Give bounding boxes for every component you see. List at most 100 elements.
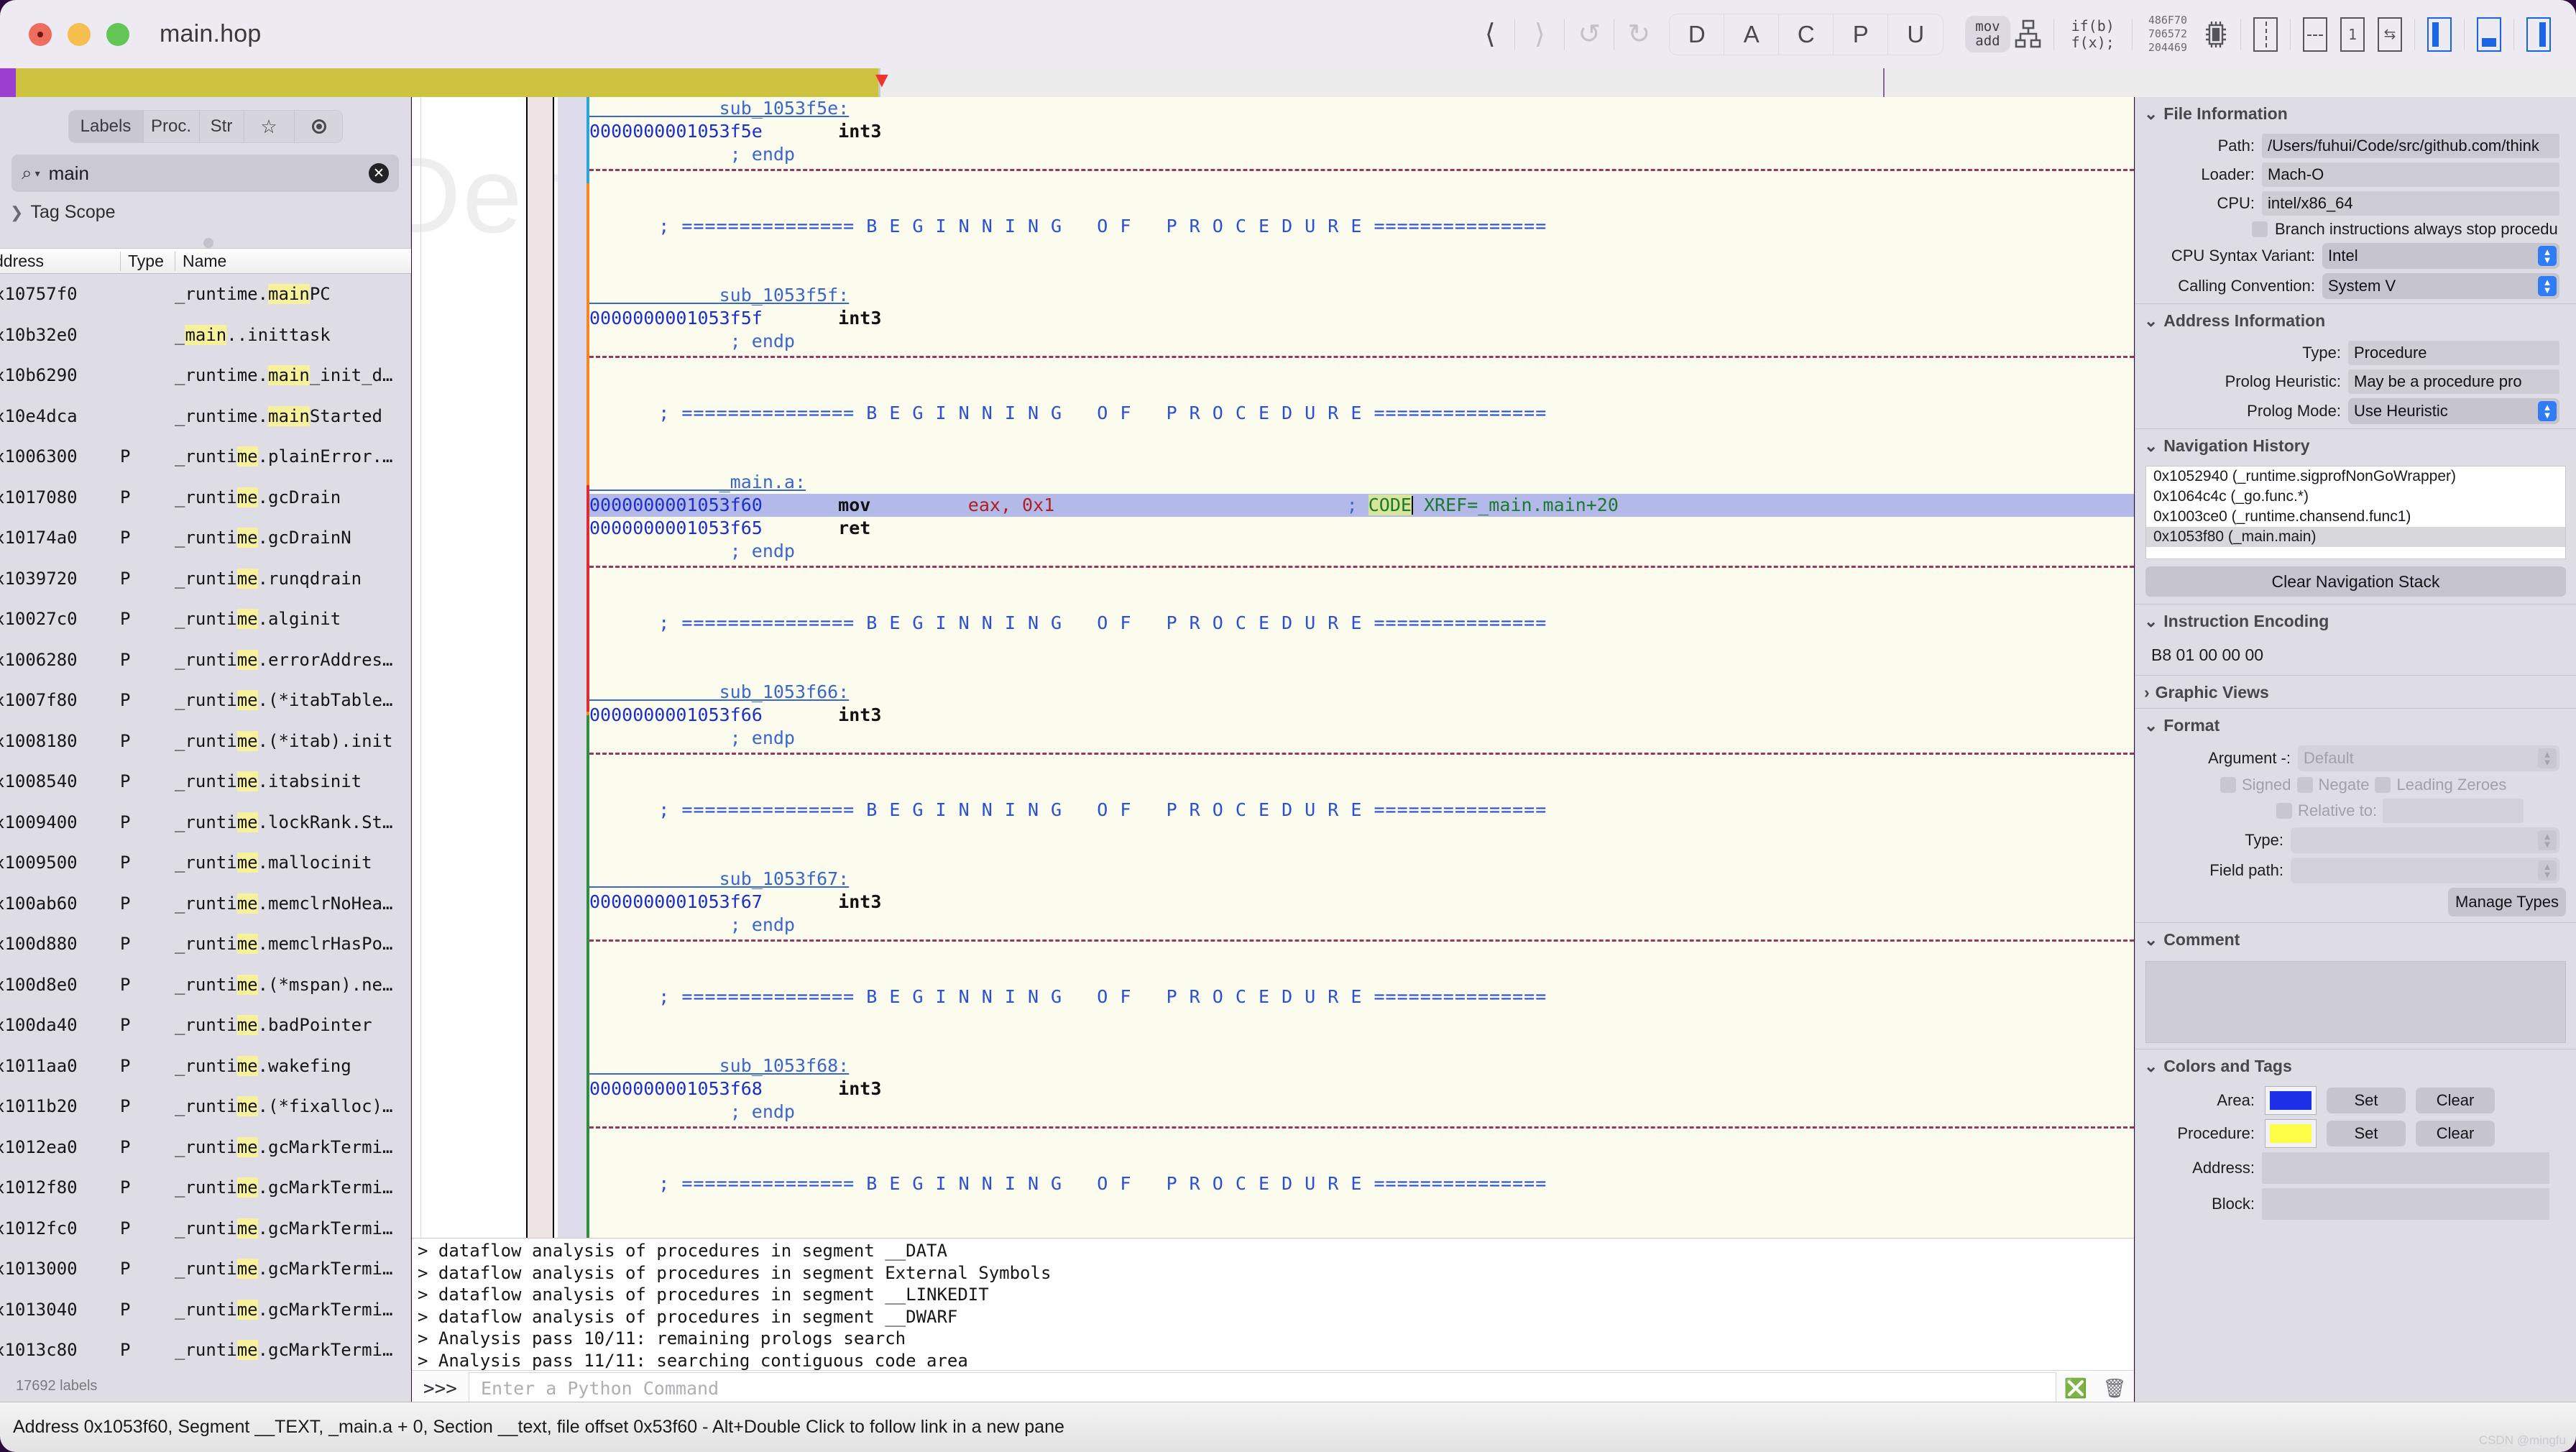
procedure-set-button[interactable]: Set [2327,1121,2406,1147]
stepper-icon[interactable]: ▲ ▼ [2538,246,2557,266]
section-colors-and-tags[interactable]: ⌄ Colors and Tags [2135,1049,2576,1082]
table-row[interactable]: x100d8e0 P _runtime.(*mspan).ne… [0,965,411,1006]
table-row[interactable]: x1012ea0 P _runtime.gcMarkTermi… [0,1127,411,1168]
code-label[interactable]: sub_1053f67: [589,868,2134,891]
procedure-color-well[interactable] [2265,1119,2317,1148]
minimize-window-button[interactable] [68,22,91,46]
format-type-select[interactable]: ▲ ▼ [2291,827,2559,853]
hex-view-icon[interactable]: 486F70 706572 204469 [2148,14,2187,54]
stepper-icon[interactable]: ▲ ▼ [2538,748,2557,768]
mode-segmented-control[interactable]: D A C P U [1669,13,1944,55]
table-row[interactable]: x10757f0 _runtime.mainPC [0,274,411,315]
record-icon[interactable] [295,111,342,142]
argument-select[interactable]: Default ▲ ▼ [2298,745,2559,771]
cpu-chip-icon[interactable] [2197,14,2235,55]
section-instruction-encoding[interactable]: ⌄ Instruction Encoding [2135,604,2576,637]
segment-u[interactable]: U [1888,14,1943,55]
label-list[interactable]: x10757f0 _runtime.mainPC x10b32e0 _main..in… [0,274,411,1370]
section-graphic-views[interactable]: › Graphic Views [2135,675,2576,708]
overview-segment-yellow[interactable] [16,68,878,97]
code-instruction-line[interactable]: 0000000001053f5f int3 [589,307,2134,330]
chevron-left-icon[interactable]: ⟨ [1471,14,1509,55]
table-row[interactable]: x10174a0 P _runtime.gcDrainN [0,518,411,559]
clear-icon[interactable]: ✕ [369,163,389,183]
column-header-name[interactable]: Name [175,251,411,271]
sidebar-item-labels[interactable]: Labels [68,111,144,142]
tag-scope-disclosure[interactable]: ❯ Tag Scope [10,202,410,223]
prolog-mode-select[interactable]: Use Heuristic ▲ ▼ [2348,398,2559,424]
stepper-icon[interactable]: ▲ ▼ [2538,860,2557,881]
pseudocode-icon[interactable]: if(b) f(x); [2071,17,2115,51]
navigation-history-list[interactable]: 0x1052940 (_runtime.sigprofNonGoWrapper)… [2145,466,2566,559]
swap-panes-icon[interactable]: ⇆ [2371,14,2409,55]
star-icon[interactable]: ☆ [244,111,295,142]
search-input[interactable]: ⌕ ▾ main ✕ [12,155,399,192]
list-item[interactable]: 0x1053f80 (_main.main) [2146,527,2565,547]
stepper-icon[interactable]: ▲ ▼ [2538,830,2557,850]
toggle-bottom-panel-icon[interactable] [2470,14,2508,55]
signed-checkbox[interactable] [2220,777,2236,793]
segment-overview-strip[interactable]: ▼ [0,68,2576,97]
code-instruction-line[interactable]: 0000000001053f65 ret [589,517,2134,540]
maximize-window-button[interactable] [106,22,129,46]
area-color-well[interactable] [2265,1086,2317,1115]
list-item[interactable]: 0x1052940 (_runtime.sigprofNonGoWrapper) [2146,467,2565,487]
code-instruction-line[interactable]: 0000000001053f67 int3 [589,891,2134,914]
area-clear-button[interactable]: Clear [2416,1088,2495,1113]
segment-c[interactable]: C [1779,14,1834,55]
code-instruction-line[interactable]: 0000000001053f60 mov eax, 0x1 ; CODE XRE… [589,494,2134,517]
clear-console-icon[interactable]: ❎ [2064,1377,2088,1401]
table-row[interactable]: x1009500 P _runtime.mallocinit [0,842,411,883]
table-row[interactable]: x1007f80 P _runtime.(*itabTable… [0,680,411,721]
table-row[interactable]: x10b32e0 _main..inittask [0,315,411,356]
python-command-input[interactable]: Enter a Python Command [468,1371,2056,1405]
field-path-select[interactable]: ▲ ▼ [2291,858,2559,883]
sidebar-item-str[interactable]: Str [200,111,244,142]
relative-to-field[interactable] [2383,799,2524,823]
table-row[interactable]: x1013000 P _runtime.gcMarkTermi… [0,1249,411,1290]
table-row[interactable]: x1013040 P _runtime.gcMarkTermi… [0,1290,411,1331]
section-address-information[interactable]: ⌄ Address Information [2135,303,2576,336]
procedure-clear-button[interactable]: Clear [2416,1121,2495,1147]
single-pane-icon[interactable]: 1 [2334,14,2371,55]
section-file-information[interactable]: ⌄ File Information [2135,97,2576,129]
block-tag-field[interactable] [2262,1188,2549,1220]
stepper-icon[interactable]: ▲ ▼ [2538,276,2557,296]
code-label[interactable]: sub_1053f5e: [589,97,2134,120]
flow-graph-icon[interactable] [2010,14,2048,55]
manage-types-button[interactable]: Manage Types [2448,888,2566,916]
overview-segment-purple[interactable] [0,68,16,97]
table-row[interactable]: x100d880 P _runtime.memclrHasPo… [0,924,411,965]
sidebar-tab-group[interactable]: Labels Proc. Str ☆ [68,110,343,143]
code-instruction-line[interactable]: 0000000001053f66 int3 [589,704,2134,727]
toggle-left-sidebar-icon[interactable] [2421,14,2458,55]
chevron-down-icon[interactable]: ▾ [35,167,40,180]
table-row[interactable]: x1008180 P _runtime.(*itab).init [0,721,411,762]
table-row[interactable]: x1012fc0 P _runtime.gcMarkTermi… [0,1208,411,1249]
segment-p[interactable]: P [1834,14,1889,55]
chevron-right-icon[interactable]: ⟩ [1521,14,1558,55]
comment-textarea[interactable] [2145,961,2566,1043]
code-label[interactable]: sub_1053f68: [589,1054,2134,1077]
table-row[interactable]: x10b6290 _runtime.main_init_d… [0,355,411,396]
disassembly-view[interactable]: Demo Version sub_1053f5e:0000000001053f5… [412,97,2134,1238]
area-set-button[interactable]: Set [2327,1088,2406,1113]
section-navigation-history[interactable]: ⌄ Navigation History [2135,428,2576,461]
code-instruction-line[interactable]: 0000000001053f5e int3 [589,120,2134,143]
list-item[interactable]: 0x1064c4c (_go.func.*) [2146,487,2565,507]
table-row[interactable]: x1008540 P _runtime.itabsinit [0,761,411,802]
column-header-address[interactable]: ddress [0,252,120,271]
code-label[interactable]: sub_1053f5f: [589,284,2134,307]
redo-icon[interactable]: ↻ [1620,14,1657,55]
table-row[interactable]: x10027c0 P _runtime.alginit [0,599,411,640]
table-row[interactable]: x1011aa0 P _runtime.wakefing [0,1046,411,1087]
table-row[interactable]: x10e4dca _runtime.mainStarted [0,396,411,437]
column-header-type[interactable]: Type [120,251,175,271]
negate-checkbox[interactable] [2296,777,2313,793]
cpu-syntax-select[interactable]: Intel ▲ ▼ [2322,243,2559,269]
column-resize-handle[interactable] [203,238,213,248]
path-field[interactable]: /Users/fuhui/Code/src/github.com/think [2262,134,2559,158]
clear-navigation-stack-button[interactable]: Clear Navigation Stack [2145,566,2566,597]
code-lines[interactable]: sub_1053f5e: 0000000001053f5e int3 ; endp… [589,97,2134,1238]
table-row[interactable]: x1011b20 P _runtime.(*fixalloc)… [0,1086,411,1127]
